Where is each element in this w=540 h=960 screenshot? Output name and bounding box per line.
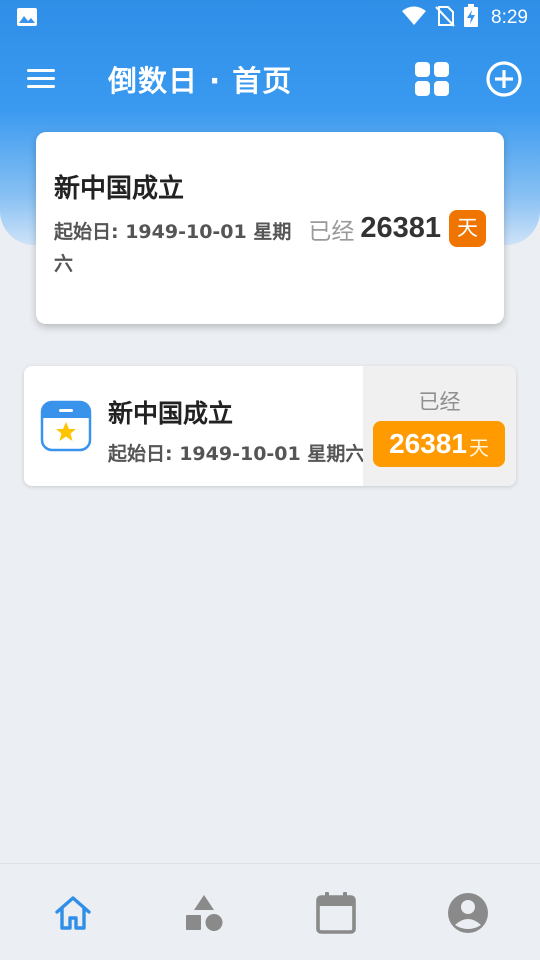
no-sim-icon [435, 5, 455, 32]
featured-event-counter: 已经 26381 天 [308, 210, 486, 247]
account-icon [448, 893, 488, 933]
bottom-navigation [0, 863, 540, 960]
nav-calendar[interactable] [314, 891, 358, 935]
event-title: 新中国成立 [108, 399, 234, 428]
featured-event-card[interactable]: 新中国成立 起始日: 1949-10-01 星期六 已经 26381 天 [36, 132, 504, 324]
status-time: 8:29 [491, 7, 528, 28]
calendar-icon [316, 892, 356, 934]
shapes-icon [186, 895, 223, 931]
event-start-date: 起始日: 1949-10-01 星期六 [108, 443, 365, 465]
event-days-badge: 26381 天 [373, 421, 505, 467]
nav-home[interactable] [51, 891, 95, 935]
event-unit: 天 [468, 435, 489, 460]
grid-view-icon [415, 62, 449, 96]
battery-charging-icon [463, 3, 479, 33]
menu-button[interactable] [24, 62, 60, 94]
list-item[interactable]: 新中国成立 起始日: 1949-10-01 星期六 已经 26381 天 [24, 366, 516, 486]
app-bar: 倒数日 · 首页 [0, 48, 540, 110]
featured-event-days: 26381 [360, 212, 441, 244]
nav-categories[interactable] [183, 891, 227, 935]
featured-event-title: 新中国成立 [54, 174, 185, 204]
menu-icon [27, 69, 55, 88]
event-counter-panel: 已经 26381 天 [363, 366, 516, 486]
event-days: 26381 [389, 428, 467, 459]
featured-event-unit-badge: 天 [449, 210, 486, 247]
status-bar: 8:29 [0, 0, 540, 36]
nav-profile[interactable] [446, 891, 490, 935]
featured-event-start-date: 起始日: 1949-10-01 星期六 [54, 221, 292, 275]
event-prefix: 已经 [418, 390, 461, 414]
home-icon [55, 896, 91, 930]
add-event-button[interactable] [484, 59, 524, 99]
add-circle-icon [486, 61, 522, 97]
calendar-star-icon [40, 400, 92, 452]
page-title: 倒数日 · 首页 [108, 64, 293, 98]
featured-event-prefix: 已经 [308, 218, 355, 245]
gallery-notification-icon [16, 7, 38, 27]
wifi-icon [401, 6, 427, 31]
grid-view-button[interactable] [413, 60, 451, 98]
